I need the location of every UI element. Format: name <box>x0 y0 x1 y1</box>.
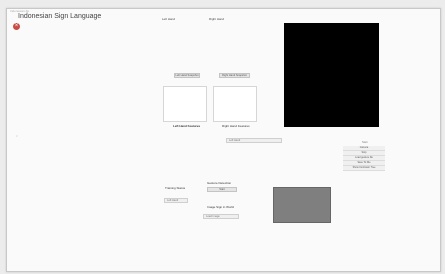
image-load-field[interactable]: Load Image <box>203 214 239 219</box>
gesture-image <box>273 187 331 223</box>
right-hand-features-label: Right Hand Features <box>222 124 250 128</box>
left-hand-label: Left Hand <box>162 17 176 21</box>
menu-header: Start <box>362 141 368 144</box>
right-hand-label: Right Hand <box>209 17 225 21</box>
left-hand-preview <box>163 86 207 122</box>
camera-view <box>284 23 379 127</box>
right-hand-preview <box>213 86 257 122</box>
detect-start-button[interactable]: Start <box>207 187 237 192</box>
close-icon[interactable]: × <box>13 23 20 30</box>
left-hand-snapshot-button[interactable]: Left Hand Snapshot <box>174 73 200 78</box>
training-status-field[interactable]: Left Hand <box>164 198 188 203</box>
gesture-detection-label: Gesture Detection <box>207 181 232 185</box>
left-marker: < <box>16 134 18 138</box>
image-sign-label: Image Sign in World <box>207 205 234 209</box>
right-hand-snapshot-button[interactable]: Right Hand Snapshot <box>219 73 250 78</box>
menu-list: Camera Stop Load gesture file Save To Fi… <box>343 146 385 171</box>
left-hand-features-label: Left Hand Features <box>173 124 201 128</box>
training-status-label: Training Status <box>165 186 186 190</box>
menu-item-confusion-tree[interactable]: Show Confusion Tree <box>343 166 385 171</box>
app-title: Indonesian Sign Language <box>18 13 102 20</box>
hand-select[interactable]: Left Hand <box>226 138 282 143</box>
